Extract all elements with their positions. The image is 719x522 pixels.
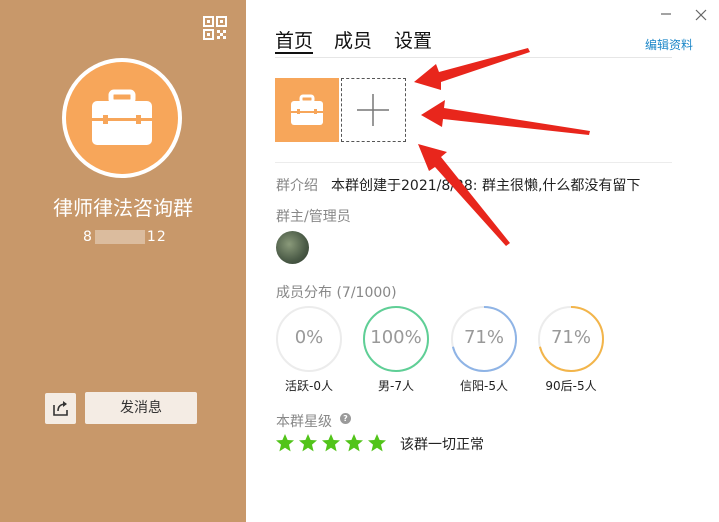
redacted-digits (94, 230, 145, 244)
tab-divider (275, 57, 672, 58)
qr-code-icon[interactable] (203, 16, 227, 40)
tab-settings[interactable]: 设置 (394, 26, 432, 53)
stat-value: 71% (550, 327, 591, 348)
group-status: 该群一切正常 (400, 437, 484, 453)
share-icon (53, 401, 68, 416)
edit-profile-link[interactable]: 编辑资料 (645, 36, 693, 53)
group-name: 律师律法咨询群 (53, 196, 193, 220)
intro-label: 群介绍 (276, 178, 318, 194)
star-icon (276, 434, 294, 452)
tab-members[interactable]: 成员 (334, 26, 372, 53)
intro-text: 本群创建于2021/8/28: 群主很懒,什么都没有留下 (331, 178, 641, 194)
stat-caption: 90后-5人 (545, 379, 597, 393)
stat-value: 0% (294, 327, 324, 348)
add-photo-button[interactable] (341, 78, 406, 142)
admins-label: 群主/管理员 (276, 209, 351, 225)
send-message-button[interactable]: 发消息 (85, 392, 197, 424)
star-icon (322, 434, 340, 452)
briefcase-icon (92, 89, 152, 145)
red-arrow-icon (414, 48, 590, 246)
star-icon (299, 434, 317, 452)
stat-value: 71% (463, 327, 504, 348)
stat-caption: 信阳-5人 (460, 379, 508, 393)
share-button[interactable] (45, 393, 76, 424)
group-avatar[interactable] (62, 58, 182, 178)
star-icon (345, 434, 363, 452)
group-number: 8 12 (83, 229, 167, 245)
tab-home[interactable]: 首页 (275, 26, 313, 53)
rating-label: 本群星级 (276, 414, 332, 430)
plus-icon (357, 94, 389, 126)
help-icon[interactable]: ? (340, 413, 351, 424)
stat-caption: 活跃-0人 (285, 379, 333, 393)
briefcase-icon (291, 94, 323, 125)
stat-value: 100% (370, 327, 422, 348)
close-icon[interactable] (694, 8, 708, 22)
stat-caption: 男-7人 (378, 379, 414, 393)
distribution-label: 成员分布 (7/1000) (276, 285, 397, 301)
section-divider (275, 162, 672, 163)
group-sidebar: 律师律法咨询群 8 12 发消息 (0, 0, 246, 522)
star-icon (368, 434, 386, 452)
group-photo[interactable] (275, 78, 339, 142)
admin-avatar[interactable] (276, 231, 309, 264)
minimize-icon[interactable] (660, 8, 672, 20)
active-tab-indicator (275, 52, 313, 54)
